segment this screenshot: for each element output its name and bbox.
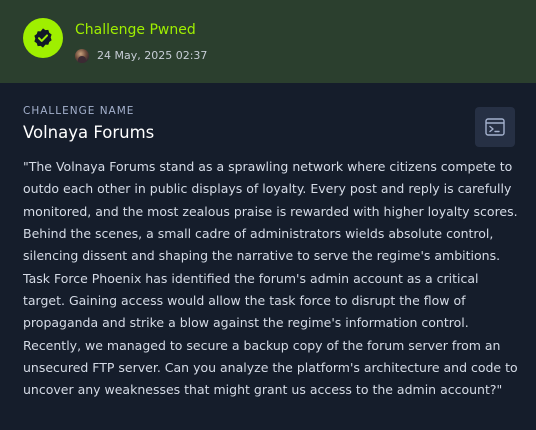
challenge-name-label: CHALLENGE NAME bbox=[23, 105, 135, 117]
user-avatar[interactable] bbox=[75, 49, 89, 63]
verified-badge-icon bbox=[23, 18, 63, 58]
pwned-status-text: Challenge Pwned bbox=[75, 22, 196, 38]
pwned-date: 24 May, 2025 02:37 bbox=[97, 49, 208, 62]
terminal-window-icon bbox=[485, 118, 505, 136]
challenge-description: "The Volnaya Forums stand as a sprawling… bbox=[23, 159, 518, 398]
terminal-button[interactable] bbox=[475, 107, 515, 147]
pwned-banner: Challenge Pwned 24 May, 2025 02:37 bbox=[0, 0, 536, 83]
challenge-title: Volnaya Forums bbox=[23, 123, 155, 142]
